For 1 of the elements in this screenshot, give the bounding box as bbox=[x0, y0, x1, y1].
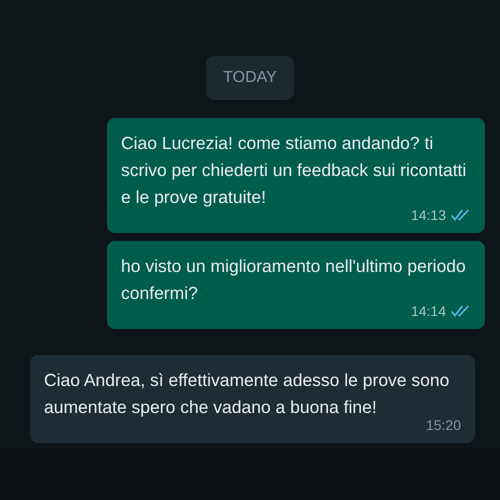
date-chip: TODAY bbox=[206, 56, 294, 100]
